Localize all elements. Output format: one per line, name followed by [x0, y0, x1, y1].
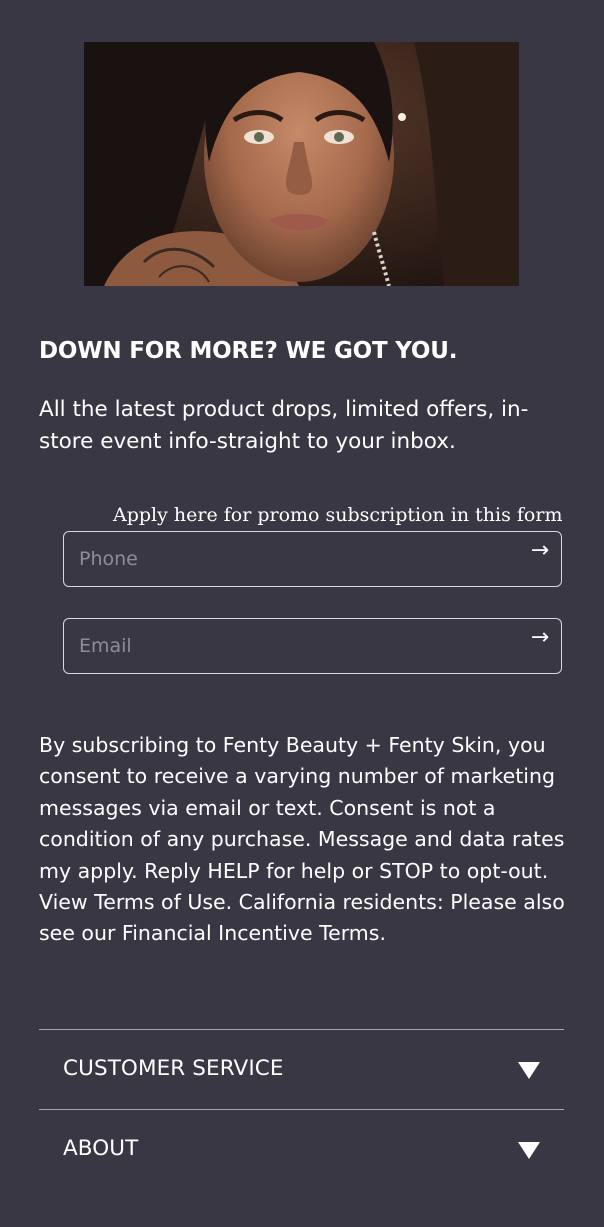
legal-disclaimer: By subscribing to Fenty Beauty + Fenty S… [39, 733, 565, 946]
hero-image [84, 42, 519, 286]
customer-service-accordion[interactable]: CUSTOMER SERVICE [39, 1029, 564, 1109]
phone-submit-arrow-icon[interactable]: → [525, 536, 555, 566]
phone-input[interactable] [64, 532, 504, 586]
email-submit-arrow-icon[interactable]: → [525, 623, 555, 653]
form-label: Apply here for promo subscription in thi… [113, 504, 563, 526]
accordion-label: CUSTOMER SERVICE [63, 1056, 284, 1081]
newsletter-subtext: All the latest product drops, limited of… [39, 397, 529, 454]
email-input[interactable] [64, 619, 504, 673]
about-accordion[interactable]: ABOUT [39, 1109, 564, 1189]
accordion-label: ABOUT [63, 1136, 139, 1161]
caret-down-icon [518, 1142, 540, 1159]
phone-field-wrapper: → [63, 531, 562, 587]
caret-down-icon [518, 1062, 540, 1079]
newsletter-heading: DOWN FOR MORE? WE GOT YOU. [39, 338, 458, 364]
email-field-wrapper: → [63, 618, 562, 674]
portrait-illustration [84, 42, 519, 286]
